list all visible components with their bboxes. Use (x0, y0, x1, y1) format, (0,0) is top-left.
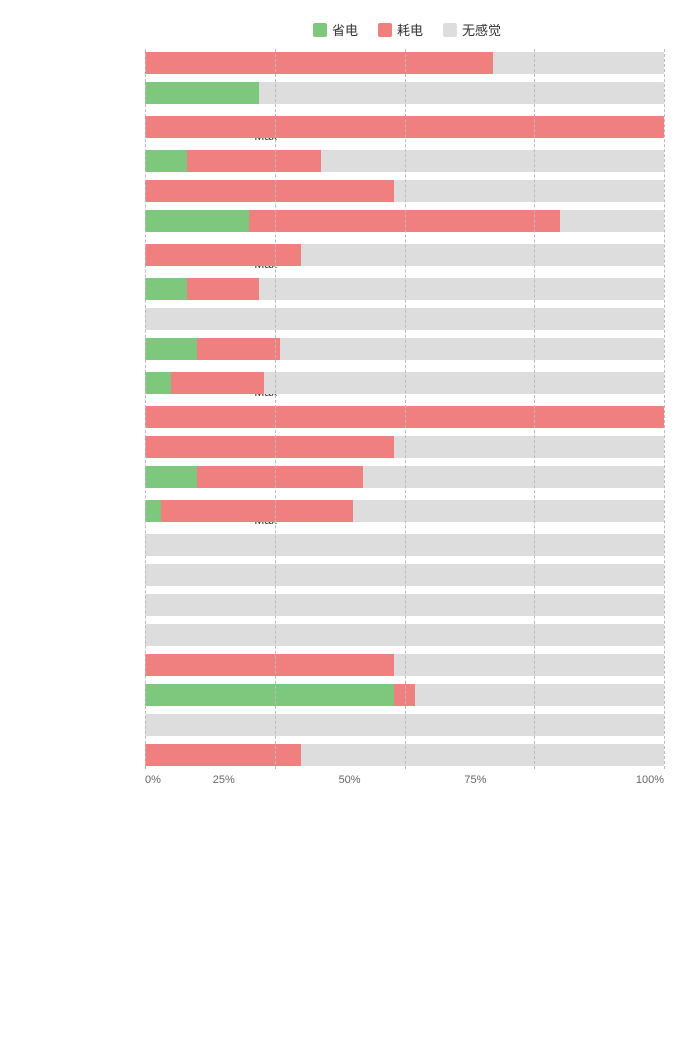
bar-track (145, 564, 664, 586)
bar-track (145, 744, 664, 766)
bar-segment-pink (145, 436, 394, 458)
bar-track (145, 500, 664, 522)
grid-line (664, 49, 665, 769)
bar-segment-pink (145, 180, 394, 202)
bar-segment-pink (187, 150, 322, 172)
legend-color-dot (313, 23, 327, 37)
bar-row: iPhone 13 ProMax (145, 365, 664, 401)
bar-segment-pink (145, 744, 301, 766)
bar-track (145, 654, 664, 676)
bar-row: iPhone 13 Pro (145, 335, 664, 363)
bar-row: iPhone 14 (145, 403, 664, 431)
legend-item: 省电 (313, 20, 358, 39)
legend-color-dot (378, 23, 392, 37)
bar-segment-pink (145, 244, 301, 266)
bar-track (145, 436, 664, 458)
bar-row: iPhone SE 第2代 (145, 591, 664, 619)
bar-track (145, 338, 664, 360)
bar-segment-pink (197, 338, 280, 360)
bar-row: iPhone XS Max (145, 741, 664, 769)
bar-track (145, 244, 664, 266)
bar-track (145, 278, 664, 300)
bar-row: iPhone 11 (145, 49, 664, 77)
bar-segment-pink (145, 406, 664, 428)
bar-track (145, 372, 664, 394)
bar-segment-green (145, 684, 394, 706)
chart-container: 省电 耗电 无感觉 iPhone 11iPhone 11 ProiPhone 11 … (0, 10, 674, 816)
bar-row: iPhone XR (145, 681, 664, 709)
x-tick: 50% (287, 774, 413, 786)
bar-row: iPhone 8 Plus (145, 561, 664, 589)
x-axis: 0%25%50%75%100% (0, 774, 674, 786)
bar-segment-green (145, 150, 187, 172)
legend-label: 耗电 (397, 20, 423, 39)
bar-row: iPhone 12 (145, 147, 664, 175)
bar-segment-green (145, 278, 187, 300)
bar-segment-green (145, 466, 197, 488)
bar-segment-pink (249, 210, 560, 232)
bar-row: iPhone 11 Pro (145, 79, 664, 107)
bar-row: iPhone 14 ProMax (145, 493, 664, 529)
bar-track (145, 116, 664, 138)
bar-row: iPhone XS (145, 711, 664, 739)
legend: 省电 耗电 无感觉 (0, 20, 674, 39)
bar-track (145, 466, 664, 488)
legend-label: 省电 (332, 20, 358, 39)
legend-color-dot (443, 23, 457, 37)
bar-track (145, 714, 664, 736)
bar-row: iPhone 8 (145, 531, 664, 559)
x-tick: 0% (145, 774, 161, 786)
bar-row: iPhone 13 (145, 275, 664, 303)
bar-track (145, 180, 664, 202)
bar-segment-pink (197, 466, 363, 488)
x-tick: 25% (161, 774, 287, 786)
x-tick: 100% (538, 774, 664, 786)
bar-segment-pink (394, 684, 415, 706)
bar-segment-green (145, 372, 171, 394)
bar-segment-green (145, 500, 161, 522)
bar-track (145, 534, 664, 556)
legend-item: 无感觉 (443, 20, 501, 39)
bar-row: iPhone X (145, 651, 664, 679)
bar-segment-green (145, 338, 197, 360)
bar-row: iPhone 11 ProMax (145, 109, 664, 145)
bar-segment-pink (145, 52, 493, 74)
bar-track (145, 684, 664, 706)
legend-item: 耗电 (378, 20, 423, 39)
bar-row: iPhone 12 ProMax (145, 237, 664, 273)
bar-segment-pink (161, 500, 353, 522)
bar-segment-green (145, 210, 249, 232)
bar-row: iPhone 14 Plus (145, 433, 664, 461)
bar-segment-pink (171, 372, 264, 394)
bar-track (145, 624, 664, 646)
bar-row: iPhone 13 mini (145, 305, 664, 333)
bar-row: iPhone SE 第3代 (145, 621, 664, 649)
bar-track (145, 82, 664, 104)
x-tick: 75% (412, 774, 538, 786)
bar-row: iPhone 14 Pro (145, 463, 664, 491)
chart-area: iPhone 11iPhone 11 ProiPhone 11 ProMaxiP… (0, 49, 674, 769)
bar-track (145, 308, 664, 330)
bar-segment-green (145, 82, 259, 104)
bar-track (145, 52, 664, 74)
bar-row: iPhone 12 mini (145, 177, 664, 205)
bar-track (145, 210, 664, 232)
bar-row: iPhone 12 Pro (145, 207, 664, 235)
bar-track (145, 406, 664, 428)
legend-label: 无感觉 (462, 20, 501, 39)
bar-segment-pink (145, 116, 664, 138)
bar-track (145, 150, 664, 172)
bar-segment-pink (187, 278, 260, 300)
bar-track (145, 594, 664, 616)
bar-segment-pink (145, 654, 394, 676)
